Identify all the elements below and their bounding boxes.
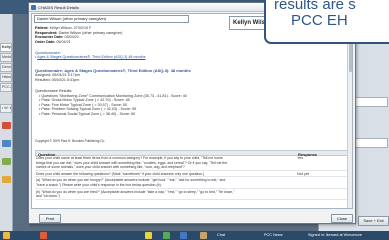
question-text: (b) "What do you do when you are tired?"… (36, 189, 235, 199)
left-tab-medical[interactable]: Medical (0, 53, 12, 62)
save-exit-button[interactable]: Save + Exit (358, 216, 389, 226)
question-text: Does your child name at least three item… (36, 156, 228, 170)
note-icon[interactable] (2, 176, 11, 183)
chat-button[interactable]: Chat (215, 232, 227, 239)
folder-icon[interactable] (145, 232, 152, 239)
left-tab-pcc-ai[interactable]: PCC AI (0, 83, 12, 92)
question-text: Does your child answer the following que… (36, 171, 205, 176)
question-text: (a) "What do you do when you are hungry?… (36, 178, 226, 187)
table-row: Does your child name at least three item… (35, 156, 349, 171)
check-icon[interactable] (2, 158, 11, 165)
flag-icon[interactable] (40, 232, 47, 239)
left-tab-well-visit[interactable]: • W. Wel (0, 104, 12, 113)
left-tab-history[interactable]: History (0, 73, 12, 82)
results-section: Questionnaire Results: Questions "Monito… (35, 89, 335, 117)
respondent-field: Daniel Wilson (other primary caregiver) (34, 15, 189, 23)
table-row: (a) "What do you do when you are hungry?… (35, 178, 349, 189)
mail-icon[interactable] (180, 232, 187, 239)
app-icon (31, 5, 36, 10)
left-tab-demographics[interactable]: Demogr (0, 63, 12, 72)
banner-line-2: PCC EH (291, 12, 348, 29)
questionnaire-detail: Questionnaire: Ages & Stages Questionnai… (35, 68, 335, 82)
copyright: Copyright © 2009 Paul H. Brookes Publish… (35, 139, 335, 144)
table-row: Does your child answer the following que… (35, 172, 349, 178)
questionnaire-section: Questionnaire: Ages & Stages Questionnai… (35, 50, 335, 60)
response-value: Yes (297, 156, 304, 160)
questionnaire-item: Ages & Stages Questionnaires®, Third Edi… (35, 55, 335, 60)
phone-icon[interactable] (163, 232, 170, 239)
pcc-news-link[interactable]: PCC News (262, 232, 285, 239)
left-tab-patient[interactable]: Kellyn W (0, 43, 12, 52)
copyright-text: Copyright © 2009 Paul H. Brookes Publish… (35, 139, 106, 143)
print-button[interactable]: Print (39, 214, 61, 223)
close-button[interactable]: Close (331, 214, 353, 223)
result-item: Pass: Personal-Social Typical Zone ( > 3… (35, 112, 335, 117)
table-row: (b) "What do you do when you are tired?"… (35, 190, 349, 200)
questionnaire-link[interactable]: Ages & Stages Questionnaires®, Third Edi… (37, 55, 145, 59)
info-icon[interactable] (2, 140, 11, 147)
dialog-title: CHADIS Result Details (38, 5, 79, 10)
resulted-date: Resulted: 05/04/21 5:41pm (35, 77, 80, 82)
callout-banner: results are s PCC EH (264, 0, 389, 44)
response-value: Not yet (297, 171, 310, 176)
alert-icon[interactable] (2, 122, 11, 129)
document-icon[interactable] (200, 232, 207, 239)
signed-in-status: Signed in: lkenard at Wimomore (308, 233, 363, 237)
questions-table: Question Response Does your child name a… (35, 150, 349, 200)
star-icon[interactable] (3, 232, 10, 239)
